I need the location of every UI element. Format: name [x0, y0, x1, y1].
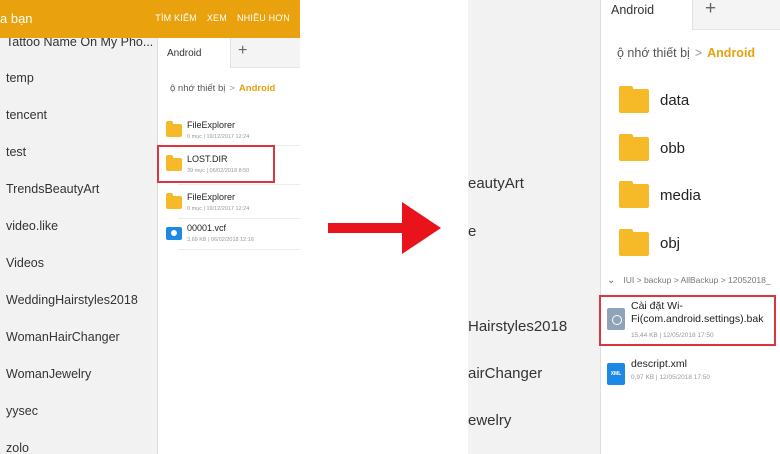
highlight-box: [599, 295, 776, 346]
breadcrumb-current[interactable]: Android: [239, 83, 275, 94]
right-folder-list: eautyArt e Hairstyles2018 airChanger ewe…: [468, 0, 600, 454]
arrow-right-icon: [328, 202, 441, 254]
file-meta: 0 mục | 19/12/2017 12:24: [187, 206, 250, 212]
xml-file-icon: XML: [607, 363, 625, 385]
chevron-right-icon: >: [229, 83, 235, 94]
breadcrumb-root[interactable]: ộ nhớ thiết bị: [170, 83, 225, 94]
backup-path[interactable]: ⌄ IUI > backup > AllBackup > 12052018_: [607, 275, 780, 286]
list-item[interactable]: video.like: [6, 219, 58, 233]
tab-android[interactable]: Android: [158, 38, 231, 68]
chevron-right-icon: >: [694, 46, 703, 60]
file-row[interactable]: FileExplorer 0 mục | 19/12/2017 12:24: [166, 192, 296, 218]
breadcrumb: ộ nhớ thiết bị > Android: [617, 46, 755, 60]
list-item[interactable]: Videos: [6, 256, 44, 270]
add-tab-icon[interactable]: +: [705, 0, 716, 20]
file-row[interactable]: 00001.vcf 3,69 KB | 06/02/2018 12:16: [166, 223, 296, 249]
folder-icon: [166, 121, 182, 137]
left-app-bar: a bạn TÌM KIẾM XEM NHIỀU HƠN: [0, 0, 300, 38]
list-item[interactable]: zolo: [6, 441, 29, 454]
path-text: IUI > backup > AllBackup > 12052018_: [623, 275, 771, 285]
folder-icon: [166, 193, 182, 209]
chevron-down-icon[interactable]: ⌄: [607, 275, 615, 286]
folder-name: obj: [660, 235, 681, 252]
list-item[interactable]: tencent: [6, 108, 47, 122]
folder-icon: [619, 134, 649, 161]
file-meta: 0,97 KB | 12/05/2018 17:50: [631, 374, 711, 381]
list-item[interactable]: WeddingHairstyles2018: [6, 293, 138, 307]
folder-list: Tattoo Name On My Pho... temp tencent te…: [0, 38, 157, 454]
breadcrumb: ộ nhớ thiết bị > Android: [170, 83, 275, 94]
folder-name: media: [660, 187, 701, 204]
tab-bar: Android +: [158, 38, 300, 68]
file-name: FileExplorer: [187, 120, 236, 130]
file-meta: 0 mục | 19/12/2017 12:24: [187, 134, 250, 140]
folder-icon: [619, 229, 649, 256]
folder-row[interactable]: media: [619, 176, 779, 216]
list-item[interactable]: Hairstyles2018: [468, 318, 567, 335]
folder-icon: [619, 86, 649, 113]
list-item[interactable]: eautyArt: [468, 175, 524, 192]
list-item[interactable]: temp: [6, 71, 34, 85]
highlight-box: [157, 145, 275, 183]
left-file-pane: Android + ộ nhớ thiết bị > Android FileExp…: [157, 38, 300, 454]
breadcrumb-current[interactable]: Android: [707, 46, 755, 60]
file-name: FileExplorer: [187, 192, 236, 202]
right-file-pane: Android + ộ nhớ thiết bị > Android data ob…: [600, 0, 780, 454]
file-name: descript.xml: [631, 358, 688, 370]
folder-row[interactable]: data: [619, 81, 779, 121]
tab-android[interactable]: Android: [601, 0, 693, 30]
list-item[interactable]: ewelry: [468, 412, 511, 429]
divider: [178, 218, 300, 219]
app-title: a bạn: [0, 11, 33, 26]
search-action[interactable]: TÌM KIẾM: [155, 13, 197, 23]
list-item[interactable]: e: [468, 223, 476, 240]
folder-row[interactable]: obj: [619, 224, 779, 264]
file-row[interactable]: FileExplorer 0 mục | 19/12/2017 12:24: [166, 120, 296, 146]
folder-name: data: [660, 92, 690, 109]
add-tab-icon[interactable]: +: [238, 42, 247, 60]
file-meta: 3,69 KB | 06/02/2018 12:16: [187, 237, 254, 243]
list-item[interactable]: WomanHairChanger: [6, 330, 120, 344]
folder-row[interactable]: obb: [619, 129, 779, 169]
divider: [178, 249, 300, 250]
left-screen: a bạn TÌM KIẾM XEM NHIỀU HƠN Tattoo Name…: [0, 0, 300, 454]
list-item[interactable]: airChanger: [468, 365, 542, 382]
list-item[interactable]: test: [6, 145, 26, 159]
more-action[interactable]: NHIỀU HƠN: [237, 13, 290, 23]
list-item[interactable]: Tattoo Name On My Pho...: [6, 38, 153, 49]
folder-icon: [619, 181, 649, 208]
list-item[interactable]: TrendsBeautyArt: [6, 182, 99, 196]
file-name: 00001.vcf: [187, 223, 227, 233]
list-item[interactable]: yysec: [6, 404, 38, 418]
list-item[interactable]: WomanJewelry: [6, 367, 91, 381]
divider: [178, 184, 300, 185]
contact-file-icon: [166, 227, 182, 240]
file-row[interactable]: XML descript.xml 0,97 KB | 12/05/2018 17…: [607, 355, 777, 399]
comparison-screenshot: a bạn TÌM KIẾM XEM NHIỀU HƠN Tattoo Name…: [0, 0, 780, 454]
app-actions: TÌM KIẾM XEM NHIỀU HƠN: [155, 13, 290, 23]
breadcrumb-root[interactable]: ộ nhớ thiết bị: [617, 46, 690, 60]
folder-name: obb: [660, 140, 686, 157]
tab-bar: Android +: [601, 0, 780, 30]
view-action[interactable]: XEM: [207, 13, 227, 23]
